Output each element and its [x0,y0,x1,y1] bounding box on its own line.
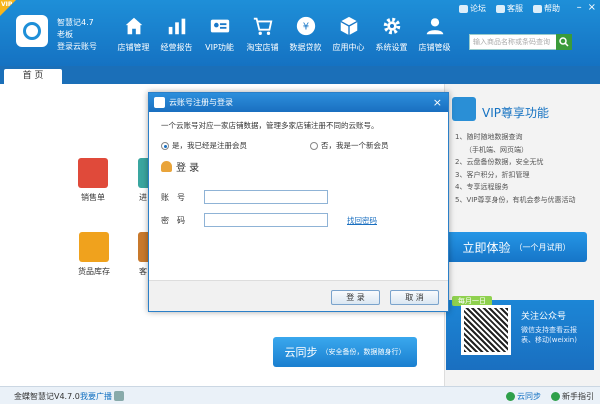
shortcut-stock[interactable]: 货品库存 [78,232,110,277]
forgot-password-link[interactable]: 找回密码 [347,215,377,226]
dialog-close-icon[interactable]: × [433,93,442,112]
guide-icon [551,392,560,401]
cloud-account-link[interactable]: 登录云账号 [57,41,97,52]
cancel-button[interactable]: 取 消 [390,290,439,305]
guide-link[interactable]: 新手指引 [551,391,594,402]
nav-label: 店铺管理 [117,43,150,52]
nav-label: 经营报告 [160,43,193,52]
wechat-description: 微信支持查看云报表、移动(weixin) [521,326,577,344]
sync-icon [506,392,515,401]
purchase-icon [138,158,148,188]
customer-icon [138,232,148,262]
login-button[interactable]: 登 录 [331,290,380,305]
member-type-radio-group: 是，我已经是注册会员 否，我是一个新会员 [161,140,389,151]
vip-feature: 1、随时随地数据查询 [455,133,523,141]
cart-icon [251,14,275,38]
forum-link[interactable]: 论坛 [459,3,486,14]
shortcut-purchase[interactable]: 进 [138,158,148,203]
nav-label: 系统设置 [375,43,408,52]
user-icon [161,161,172,172]
speaker-icon[interactable] [114,391,124,401]
user-name[interactable]: 老板 [57,29,73,40]
close-window-icon[interactable]: × [588,2,596,13]
vip-card-icon [452,97,476,121]
nav-label: 淘宝店铺 [246,43,279,52]
nav-data-loan[interactable]: ¥ 数据贷款 [284,14,327,53]
nav-store-upgrade[interactable]: 店铺管级 [413,14,456,53]
main-nav: 店铺管理 经营报告 VIP功能 淘宝店铺 ¥ 数据贷款 应用中心 系统设置 店铺… [112,14,456,53]
help-link[interactable]: 帮助 [533,3,560,14]
gear-icon [380,14,404,38]
login-heading: 登 录 [161,159,199,174]
vip-feature: 4、专享远程服务 [455,183,509,192]
bar-chart-icon [165,14,189,38]
vip-title: VIP尊享功能 [482,106,549,120]
sales-order-icon [78,158,108,188]
qr-code-icon [461,305,511,355]
dialog-title: 云账号注册与登录 [169,98,233,107]
account-input[interactable] [204,190,328,204]
vip-feature: 3、客户积分，折扣管理 [455,170,530,179]
home-icon [122,14,146,38]
nav-label: VIP功能 [205,43,234,52]
nav-vip-features[interactable]: VIP功能 [198,14,241,53]
version-text: 金蝶智慧记V4.7.0 [14,392,80,401]
account-label: 账号 [161,193,193,202]
stock-boxes-icon [79,232,109,262]
vip-feature: 5、VIP尊享身份，有机会参与优惠活动 [455,195,576,204]
cloud-account-icon [154,97,165,108]
forum-icon [459,4,468,13]
wechat-title: 关注公众号 [521,312,567,322]
cloud-login-dialog: 云账号注册与登录 × 一个云账号对应一家店铺数据，管理多家店铺注册不同的云账号。… [148,92,449,312]
cloud-sync-button[interactable]: 云同步 （安全备份，数据随身行） [273,337,417,367]
search-icon [559,37,569,47]
dialog-title-bar[interactable]: 云账号注册与登录 × [149,93,448,112]
tab-home[interactable]: 首 页 [4,69,62,84]
nav-taobao-store[interactable]: 淘宝店铺 [241,14,284,53]
tab-bar [0,66,600,84]
vip-trial-button[interactable]: 立即体验 （一个月试用） [446,232,587,262]
service-icon [496,4,505,13]
status-bar: 金蝶智慧记V4.7.0 我要广播 云同步 新手指引 [0,386,600,404]
vip-feature: 2、云盘备份数据，安全无忧 [455,158,544,167]
service-link[interactable]: 客服 [496,3,523,14]
window-controls: – × [577,2,596,13]
app-name: 智慧记4.7 [57,18,94,27]
app-cube-icon [337,14,361,38]
yen-coin-icon: ¥ [294,14,318,38]
password-label: 密码 [161,216,193,225]
search-button[interactable] [556,34,572,50]
nav-system-settings[interactable]: 系统设置 [370,14,413,53]
dialog-description: 一个云账号对应一家店铺数据，管理多家店铺注册不同的云账号。 [161,121,379,130]
help-icon [533,4,542,13]
vip-card-icon [208,14,232,38]
radio-new-member[interactable]: 否，我是一个新会员 [310,140,389,151]
shortcut-sales-order[interactable]: 销售单 [78,158,108,203]
app-logo [16,15,48,47]
radio-registered-member[interactable]: 是，我已经是注册会员 [161,140,247,151]
svg-text:¥: ¥ [302,22,308,33]
minimize-icon[interactable]: – [577,2,582,13]
person-icon [423,14,447,38]
vip-feature-list: 1、随时随地数据查询 （手机端、网页端） 2、云盘备份数据，安全无忧 3、客户积… [455,131,576,207]
nav-label: 店铺管级 [418,43,451,52]
radio-unchecked-icon [310,142,318,150]
password-input[interactable] [204,213,328,227]
nav-business-report[interactable]: 经营报告 [155,14,198,53]
shortcut-customer[interactable]: 客 [138,232,148,277]
nav-store-management[interactable]: 店铺管理 [112,14,155,53]
nav-label: 数据贷款 [289,43,322,52]
nav-label: 应用中心 [332,43,365,52]
nav-app-center[interactable]: 应用中心 [327,14,370,53]
vip-feature: （手机端、网页端） [465,145,528,154]
status-sync-link[interactable]: 云同步 [506,391,541,402]
broadcast-link[interactable]: 我要广播 [80,391,112,402]
radio-checked-icon [161,142,169,150]
top-links: 论坛 客服 帮助 [459,3,560,14]
